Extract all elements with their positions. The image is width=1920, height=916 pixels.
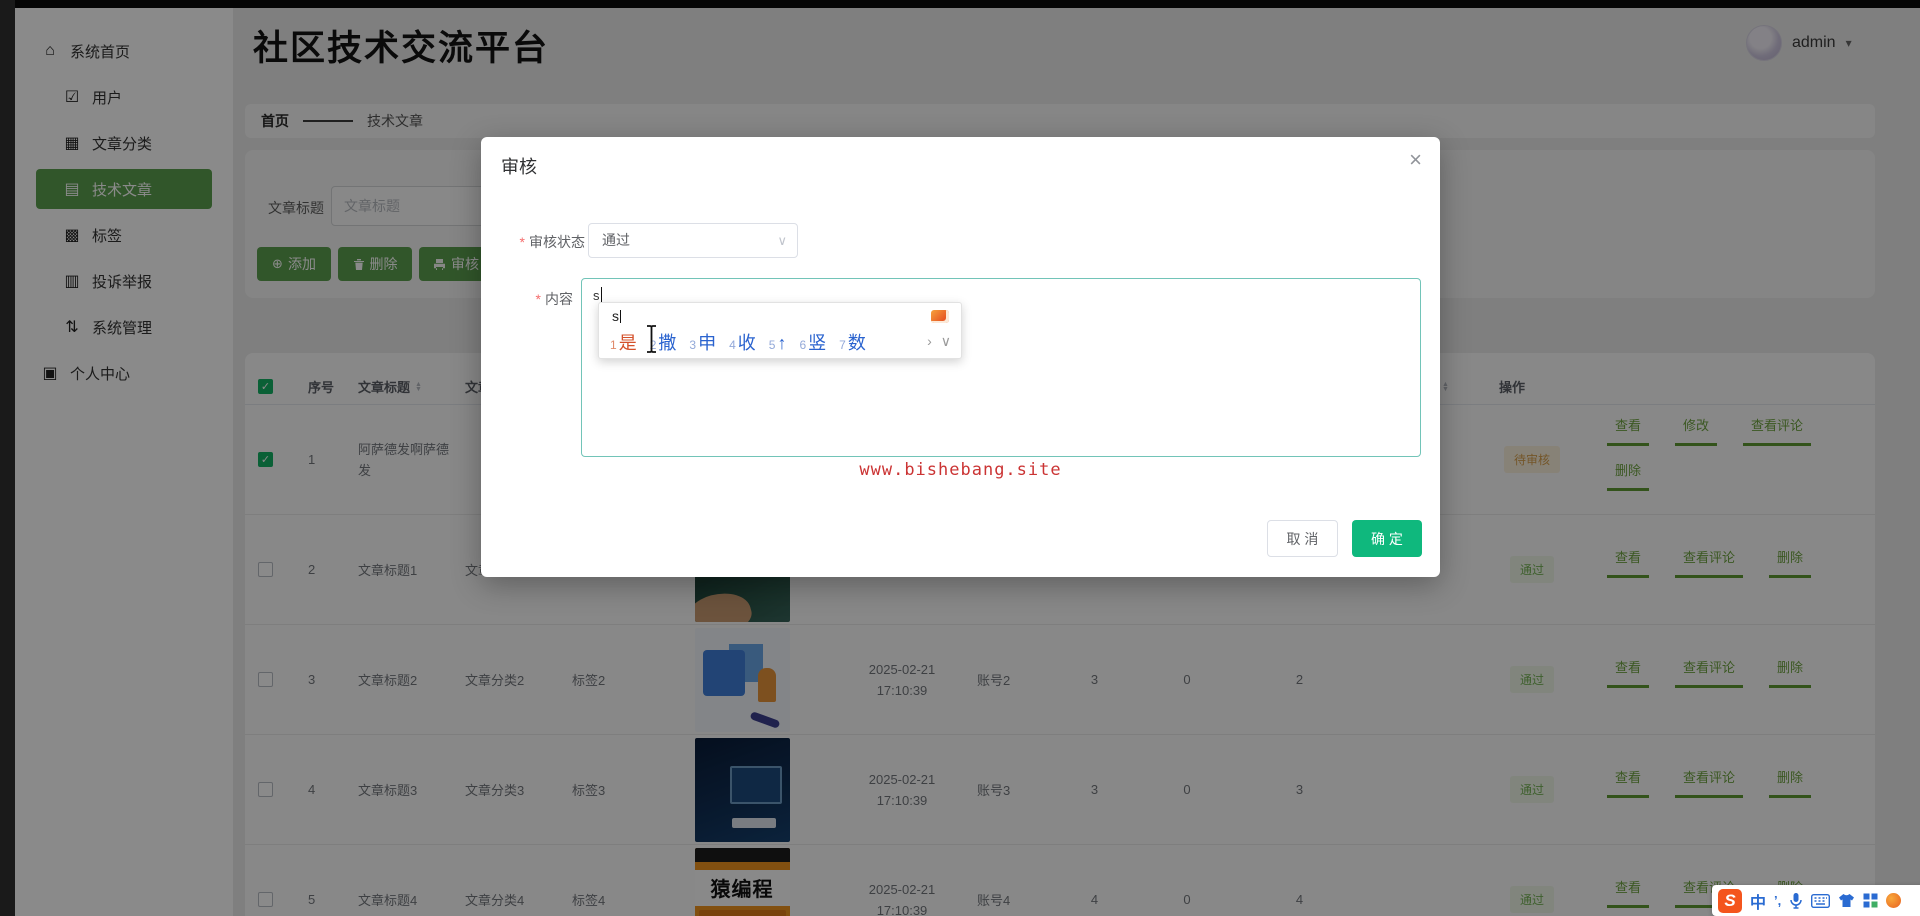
content-field-label: * 内容: [535, 291, 573, 307]
status-field-label: * 审核状态: [519, 234, 585, 250]
required-asterisk: *: [519, 234, 525, 250]
ime-composition: s: [612, 308, 621, 324]
ime-candidate[interactable]: 4收: [729, 329, 756, 355]
keyboard-icon[interactable]: [1811, 893, 1831, 908]
text-caret: [620, 310, 621, 323]
punctuation-icon[interactable]: ’,: [1774, 893, 1781, 908]
ime-pager: › ∨: [927, 333, 951, 350]
ime-candidate[interactable]: 3申: [689, 329, 716, 355]
status-select-value: 通过: [602, 232, 630, 248]
emoji-icon[interactable]: [1886, 893, 1902, 908]
mouse-text-cursor: [645, 325, 658, 358]
expand-icon[interactable]: ∨: [941, 333, 951, 350]
confirm-button[interactable]: 确 定: [1352, 520, 1422, 557]
skin-shirt-icon[interactable]: [1838, 893, 1855, 908]
ime-candidate[interactable]: 6竖: [799, 329, 826, 355]
textarea-text: s: [593, 288, 600, 303]
cancel-button[interactable]: 取 消: [1267, 520, 1338, 557]
ime-language-mode[interactable]: 中: [1750, 889, 1766, 913]
dialog-title: 审核: [501, 157, 537, 177]
ime-candidate[interactable]: 5 ↑: [769, 333, 787, 354]
required-asterisk: *: [535, 291, 541, 307]
chevron-down-icon: ∨: [777, 233, 787, 248]
sogou-logo-icon[interactable]: S: [1718, 888, 1742, 913]
text-caret: [600, 287, 602, 302]
ime-candidate[interactable]: 7数: [839, 329, 866, 355]
status-select[interactable]: 通过 ∨: [588, 223, 798, 258]
close-icon[interactable]: ×: [1409, 149, 1422, 171]
toolbox-grid-icon[interactable]: [1863, 893, 1878, 908]
next-page-icon[interactable]: ›: [927, 333, 932, 350]
microphone-icon[interactable]: [1789, 892, 1803, 909]
watermark: www.bishebang.site: [859, 460, 1062, 480]
ime-candidate[interactable]: 1是: [610, 329, 637, 355]
ime-toolbar: S 中 ’,: [1712, 885, 1920, 916]
sogou-emoji-icon[interactable]: [931, 310, 949, 323]
